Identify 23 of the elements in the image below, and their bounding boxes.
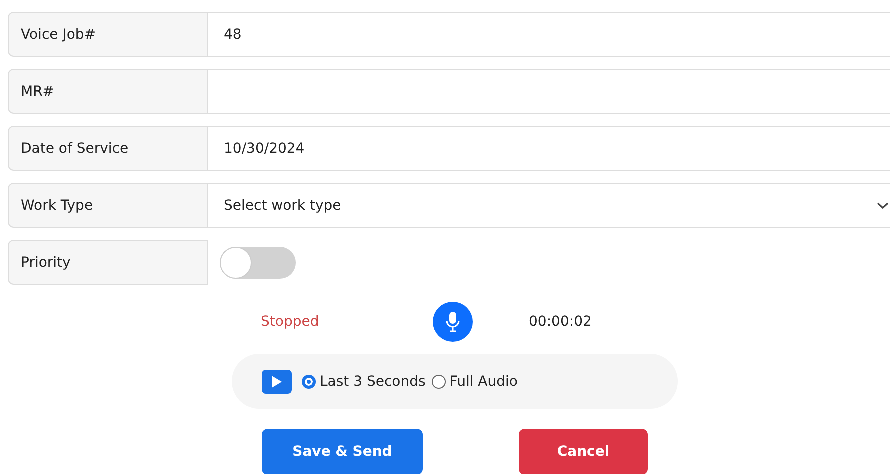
play-icon: [271, 374, 283, 388]
input-field[interactable]: 10/30/2024: [208, 126, 890, 171]
radio-label: Last 3 Seconds: [320, 374, 426, 390]
recording-status: Stopped: [261, 314, 320, 330]
microphone-button[interactable]: [433, 302, 473, 342]
cancel-button[interactable]: Cancel: [519, 429, 648, 474]
save-button[interactable]: Save & Send: [262, 429, 423, 474]
radio-label: Full Audio: [450, 374, 518, 390]
microphone-icon: [446, 311, 460, 333]
chevron-down-icon: [877, 202, 889, 210]
field-label: MR#: [8, 69, 208, 114]
input-field[interactable]: 48: [208, 12, 890, 57]
field-label: Date of Service: [8, 126, 208, 171]
field-label: Work Type: [8, 183, 208, 228]
recording-timer: 00:00:02: [529, 314, 592, 330]
radio-button[interactable]: [432, 374, 446, 388]
field-label: Voice Job#: [8, 12, 208, 57]
play-button[interactable]: [262, 370, 292, 394]
toggle-switch[interactable]: [220, 246, 296, 278]
radio-button[interactable]: [302, 374, 316, 388]
input-field[interactable]: [208, 69, 890, 114]
select-field[interactable]: Select work type: [208, 183, 890, 228]
field-label: Priority: [8, 240, 208, 285]
